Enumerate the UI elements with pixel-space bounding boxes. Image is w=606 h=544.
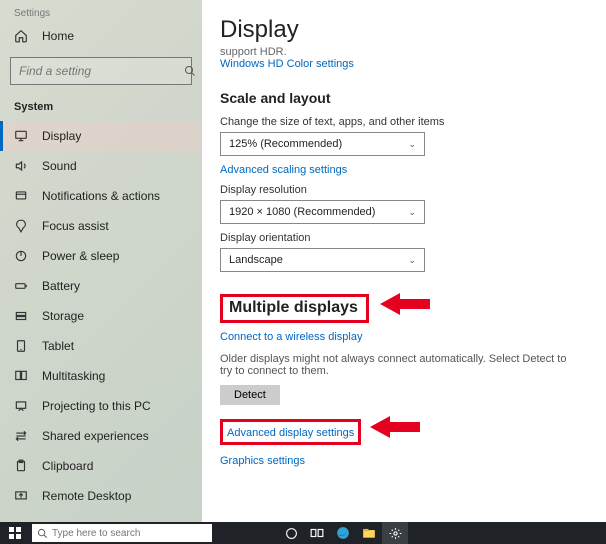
sidebar-item-storage[interactable]: Storage <box>0 301 202 331</box>
cortana-icon[interactable] <box>278 522 304 544</box>
sidebar-item-display[interactable]: Display <box>0 121 202 151</box>
scale-label: Change the size of text, apps, and other… <box>220 116 596 128</box>
sidebar-item-remote[interactable]: Remote Desktop <box>0 481 202 511</box>
scale-value: 125% (Recommended) <box>229 138 342 150</box>
sidebar-item-label: Multitasking <box>42 369 105 383</box>
wireless-link[interactable]: Connect to a wireless display <box>220 331 596 343</box>
res-select[interactable]: 1920 × 1080 (Recommended) ⌄ <box>220 200 425 224</box>
sidebar-item-projecting[interactable]: Projecting to this PC <box>0 391 202 421</box>
sidebar-item-notifications[interactable]: Notifications & actions <box>0 181 202 211</box>
notifications-icon <box>14 189 32 203</box>
orient-label: Display orientation <box>220 232 596 244</box>
explorer-icon[interactable] <box>356 522 382 544</box>
search-icon <box>184 65 196 77</box>
start-button[interactable] <box>0 522 30 544</box>
older-displays-text: Older displays might not always connect … <box>220 353 580 377</box>
chevron-down-icon: ⌄ <box>408 207 416 218</box>
orient-value: Landscape <box>229 254 283 266</box>
scale-heading: Scale and layout <box>220 90 596 106</box>
scale-select[interactable]: 125% (Recommended) ⌄ <box>220 132 425 156</box>
sidebar-item-battery[interactable]: Battery <box>0 271 202 301</box>
focus-icon <box>14 219 32 233</box>
sidebar-item-power[interactable]: Power & sleep <box>0 241 202 271</box>
settings-taskbar-icon[interactable] <box>382 522 408 544</box>
chevron-down-icon: ⌄ <box>408 139 416 150</box>
taskbar-search[interactable] <box>32 524 212 542</box>
sidebar-item-sound[interactable]: Sound <box>0 151 202 181</box>
search-wrap <box>10 57 192 85</box>
taskbar <box>0 522 606 544</box>
sidebar-item-label: Sound <box>42 159 77 173</box>
taskbar-search-input[interactable] <box>52 528 212 539</box>
sidebar-item-shared[interactable]: Shared experiences <box>0 421 202 451</box>
graphics-link[interactable]: Graphics settings <box>220 455 596 467</box>
hdr-link[interactable]: Windows HD Color settings <box>220 58 596 70</box>
sidebar-item-focus[interactable]: Focus assist <box>0 211 202 241</box>
sidebar-item-label: Projecting to this PC <box>42 399 151 413</box>
home-label: Home <box>42 29 74 43</box>
search-input[interactable] <box>11 64 184 78</box>
power-icon <box>14 249 32 263</box>
sidebar-item-label: Tablet <box>42 339 74 353</box>
sidebar-item-label: Storage <box>42 309 84 323</box>
search-box[interactable] <box>10 57 192 85</box>
multi-heading-highlight: Multiple displays <box>220 294 369 323</box>
multi-heading: Multiple displays <box>229 299 358 316</box>
sidebar-item-label: Clipboard <box>42 459 93 473</box>
shared-icon <box>14 429 32 443</box>
sidebar-item-label: Focus assist <box>42 219 109 233</box>
adv-scaling-link[interactable]: Advanced scaling settings <box>220 164 596 176</box>
res-value: 1920 × 1080 (Recommended) <box>229 206 375 218</box>
chevron-down-icon: ⌄ <box>408 255 416 266</box>
sound-icon <box>14 159 32 173</box>
res-label: Display resolution <box>220 184 596 196</box>
page-title: Display <box>220 16 596 44</box>
storage-icon <box>14 309 32 323</box>
section-label: System <box>0 95 202 121</box>
sidebar-item-multitasking[interactable]: Multitasking <box>0 361 202 391</box>
sidebar-item-clipboard[interactable]: Clipboard <box>0 451 202 481</box>
hdr-note: support HDR. <box>220 46 596 58</box>
taskbar-icons <box>278 522 408 544</box>
annotation-arrow-icon <box>370 413 420 441</box>
sidebar: Settings Home System Display Sound Notif… <box>0 0 202 522</box>
sidebar-item-label: Display <box>42 129 81 143</box>
multitasking-icon <box>14 369 32 383</box>
orient-select[interactable]: Landscape ⌄ <box>220 248 425 272</box>
sidebar-item-tablet[interactable]: Tablet <box>0 331 202 361</box>
main-content: Display support HDR. Windows HD Color se… <box>202 0 606 522</box>
edge-icon[interactable] <box>330 522 356 544</box>
app-title: Settings <box>0 8 202 19</box>
task-view-icon[interactable] <box>304 522 330 544</box>
sidebar-item-label: Shared experiences <box>42 429 149 443</box>
adv-display-highlight: Advanced display settings <box>220 419 361 445</box>
annotation-arrow-icon <box>380 290 430 318</box>
detect-button[interactable]: Detect <box>220 385 280 405</box>
sidebar-item-label: Notifications & actions <box>42 189 160 203</box>
sidebar-item-label: Remote Desktop <box>42 489 131 503</box>
home-nav[interactable]: Home <box>0 23 202 49</box>
search-icon <box>32 528 52 539</box>
home-icon <box>14 29 32 43</box>
adv-display-link[interactable]: Advanced display settings <box>227 427 354 439</box>
remote-icon <box>14 489 32 503</box>
display-icon <box>14 129 32 143</box>
clipboard-icon <box>14 459 32 473</box>
tablet-icon <box>14 339 32 353</box>
sidebar-item-label: Power & sleep <box>42 249 119 263</box>
sidebar-item-label: Battery <box>42 279 80 293</box>
projecting-icon <box>14 399 32 413</box>
battery-icon <box>14 279 32 293</box>
